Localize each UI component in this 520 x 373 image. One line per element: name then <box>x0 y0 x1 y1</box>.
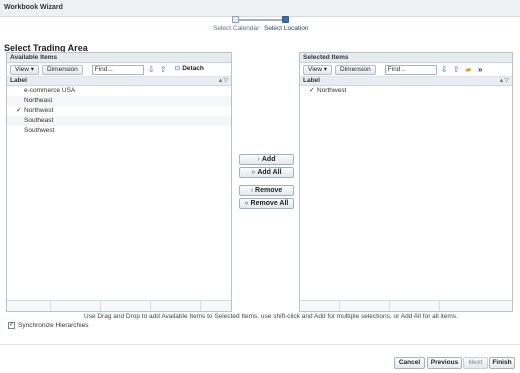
label-column-header[interactable]: Label ▲▽ <box>7 77 231 86</box>
remove-all-button[interactable]: «Remove All <box>239 198 294 209</box>
selected-items-panel: Selected Items View ▾ Dimension ⇩ ⇧ ▰ » … <box>299 52 513 312</box>
list-item-label: Northeast <box>24 97 53 104</box>
dimension-button[interactable]: Dimension <box>42 64 83 75</box>
train-step-location-marker <box>282 16 289 23</box>
label-column-title: Label <box>10 77 27 84</box>
find-next-down-arrow-icon[interactable]: ⇩ <box>440 65 449 74</box>
list-item[interactable]: ✓ Northwest <box>7 106 231 116</box>
sort-icon[interactable]: ▲▽ <box>217 77 228 85</box>
sort-icon[interactable]: ▲▽ <box>498 77 509 85</box>
selected-items-list: ✓ Northwest <box>300 86 512 96</box>
folder-icon[interactable]: ▰ <box>464 65 473 74</box>
detach-label: Detach <box>182 64 204 72</box>
cancel-button[interactable]: Cancel <box>394 357 425 369</box>
synchronize-hierarchies-option[interactable]: ✓ Synchronize Hierarchies <box>8 322 88 329</box>
remove-all-label: Remove All <box>250 200 289 207</box>
available-items-panel: Available Items View ▾ Dimension ⇩ ⇧ ⊡ D… <box>6 52 232 312</box>
detach-icon: ⊡ <box>174 64 181 72</box>
add-all-label: Add All <box>257 169 282 176</box>
dimension-button[interactable]: Dimension <box>335 64 376 75</box>
list-item[interactable]: e-commerce USA <box>7 86 231 96</box>
selected-items-header: Selected Items <box>300 53 512 63</box>
remove-arrow-icon: ‹ <box>250 187 254 194</box>
train-step-location-label: Select Location <box>264 25 309 32</box>
list-item-label: Southwest <box>24 127 55 134</box>
list-item-label: Northwest <box>24 107 54 114</box>
add-arrow-icon: › <box>257 156 260 163</box>
remove-label: Remove <box>255 187 283 194</box>
find-input[interactable] <box>384 64 437 75</box>
check-icon: ✓ <box>16 107 22 114</box>
view-menu-button[interactable]: View ▾ <box>10 64 40 75</box>
previous-button[interactable]: Previous <box>427 357 462 369</box>
footer-divider <box>0 344 520 345</box>
find-previous-up-arrow-icon[interactable]: ⇧ <box>159 65 168 74</box>
list-item[interactable]: ✓ Northwest <box>300 86 512 96</box>
overflow-more-icon[interactable]: » <box>476 65 485 74</box>
synchronize-hierarchies-checkbox[interactable]: ✓ <box>8 322 15 329</box>
train-connector <box>236 19 285 21</box>
check-icon: ✓ <box>309 87 315 94</box>
list-item[interactable]: Southeast <box>7 116 231 126</box>
remove-all-arrow-icon: « <box>244 200 249 207</box>
list-item[interactable]: Southwest <box>7 126 231 136</box>
detach-button[interactable]: ⊡ Detach <box>171 65 208 75</box>
selected-panel-footer <box>300 300 512 311</box>
drag-drop-hint: Use Drag and Drop to add Available Items… <box>84 313 458 320</box>
add-all-arrow-icon: » <box>251 169 256 176</box>
synchronize-hierarchies-label: Synchronize Hierarchies <box>18 322 89 329</box>
finish-button[interactable]: Finish <box>489 357 515 369</box>
add-all-button[interactable]: » Add All <box>239 167 294 178</box>
next-button: Next <box>463 357 488 369</box>
list-item-label: Northwest <box>317 87 347 94</box>
find-next-down-arrow-icon[interactable]: ⇩ <box>147 65 156 74</box>
available-items-list: e-commerce USA Northeast ✓ Northwest Southea… <box>7 86 231 136</box>
train-step-calendar-label[interactable]: Select Calendar <box>213 25 259 32</box>
train-step-calendar-marker[interactable] <box>232 16 239 23</box>
label-column-title: Label <box>303 77 320 84</box>
view-menu-button[interactable]: View ▾ <box>303 64 333 75</box>
available-panel-footer <box>7 300 231 311</box>
list-item-label: Southeast <box>24 117 54 124</box>
list-item-label: e-commerce USA <box>24 87 76 94</box>
add-button[interactable]: › Add <box>239 154 294 165</box>
add-label: Add <box>261 156 276 163</box>
find-input[interactable] <box>91 64 144 75</box>
list-item[interactable]: Northeast <box>7 96 231 106</box>
available-items-header: Available Items <box>7 53 231 63</box>
remove-button[interactable]: ‹ Remove <box>239 185 294 196</box>
wizard-train: Select Calendar Select Location <box>0 14 520 34</box>
find-previous-up-arrow-icon[interactable]: ⇧ <box>452 65 461 74</box>
selected-toolbar: View ▾ Dimension ⇩ ⇧ ▰ » <box>300 63 512 77</box>
available-toolbar: View ▾ Dimension ⇩ ⇧ ⊡ Detach <box>7 63 231 77</box>
label-column-header[interactable]: Label ▲▽ <box>300 77 512 86</box>
window-title: Workbook Wizard <box>4 4 63 11</box>
